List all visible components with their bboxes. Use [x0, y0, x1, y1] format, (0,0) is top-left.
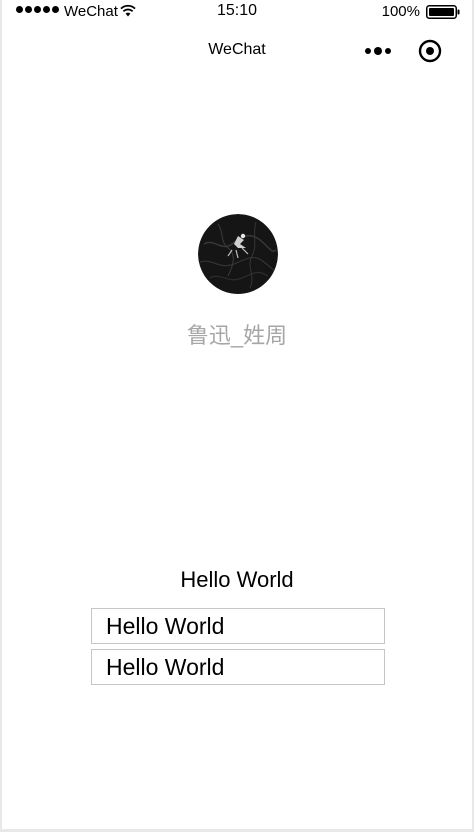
more-options-button[interactable]	[360, 38, 396, 64]
mini-program-screen: WeChat 15:10 100% WeChat 鲁迅_姓周 Hello Wor…	[0, 0, 474, 832]
text-input-2[interactable]: Hello World	[91, 649, 385, 685]
target-close-icon[interactable]	[418, 39, 442, 63]
navigation-bar: WeChat	[2, 24, 472, 76]
avatar[interactable]	[198, 214, 278, 294]
more-dots-icon-right	[385, 48, 391, 54]
text-input-1[interactable]: Hello World	[91, 608, 385, 644]
motto-text: Hello World	[180, 567, 294, 592]
more-dots-icon-center	[374, 47, 382, 55]
battery-icon	[426, 5, 460, 19]
user-nickname: 鲁迅_姓周	[186, 323, 288, 348]
status-bar: WeChat 15:10 100%	[2, 0, 472, 24]
nav-title: WeChat	[208, 41, 266, 58]
battery-percentage: 100%	[381, 3, 420, 20]
more-dots-icon	[365, 48, 371, 54]
avatar-image	[198, 214, 278, 294]
